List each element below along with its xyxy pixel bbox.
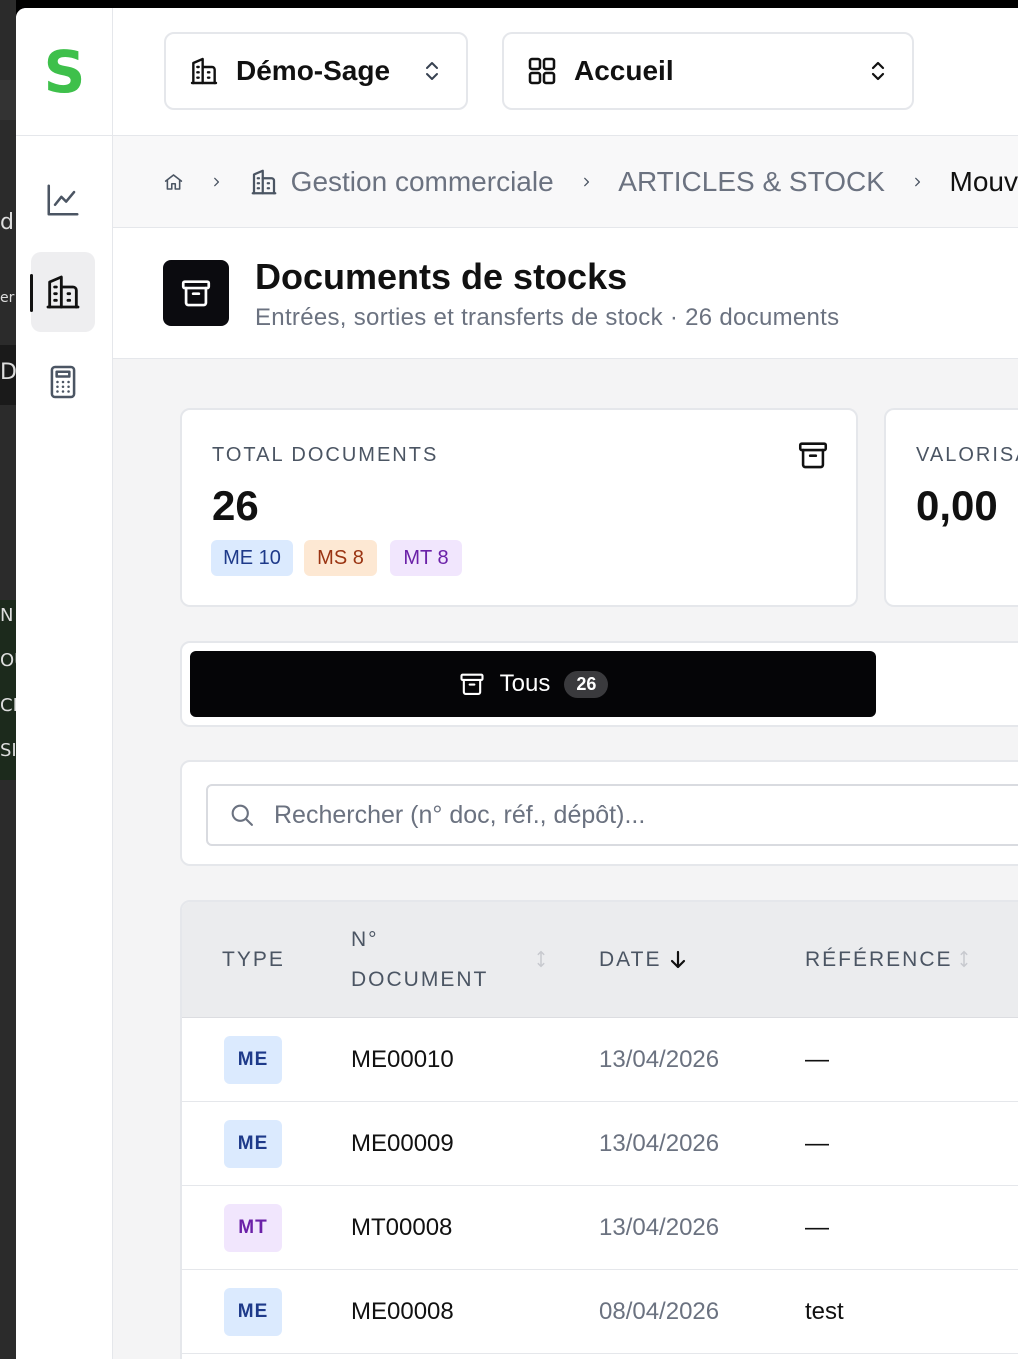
- rail-item-analytics[interactable]: [31, 160, 95, 240]
- top-bar: Démo-Sage Accueil: [113, 8, 1018, 136]
- filter-count-badge: 26: [564, 670, 609, 698]
- logo-letter: S: [43, 37, 86, 106]
- breadcrumb-item-current: Mouv: [949, 165, 1018, 197]
- grid-icon: [528, 57, 556, 85]
- cell-date: 13/04/2026: [599, 1046, 720, 1073]
- cell-reference: —: [805, 1214, 829, 1241]
- kpi-label: TOTAL DOCUMENTS: [212, 444, 439, 466]
- breadcrumb: Gestion commerciale ARTICLES & STOCK Mou…: [113, 136, 1018, 228]
- chevron-right-icon: [214, 177, 220, 186]
- app-logo[interactable]: S: [16, 8, 113, 136]
- type-badge: MT: [224, 1204, 282, 1252]
- cell-reference: test: [805, 1298, 844, 1325]
- search-input[interactable]: [274, 800, 1018, 830]
- archive-box-icon: [460, 673, 484, 695]
- icon-rail: S: [16, 8, 113, 1359]
- search-box: [206, 784, 1018, 846]
- column-header-numero-line2: DOCUMENT: [351, 968, 489, 991]
- company-select-label: Démo-Sage: [236, 55, 391, 86]
- company-select[interactable]: Démo-Sage: [164, 32, 468, 110]
- home-icon[interactable]: [163, 167, 184, 197]
- page-icon-badge: [163, 260, 229, 326]
- breadcrumb-item-articles[interactable]: ARTICLES & STOCK: [618, 166, 885, 198]
- chevron-up-down-icon: [426, 62, 438, 80]
- filter-bar: Tous 26: [180, 641, 1018, 727]
- calculator-icon: [50, 365, 76, 399]
- table-row[interactable]: ME ME00010 13/04/2026 —: [182, 1018, 1018, 1102]
- kpi-value: 0,00: [916, 482, 998, 529]
- building-icon: [251, 169, 277, 194]
- page-header: Documents de stocks Entrées, sorties et …: [113, 228, 1018, 359]
- pill-me: ME 10: [211, 540, 293, 576]
- type-badge: ME: [224, 1036, 282, 1084]
- type-badge: ME: [224, 1120, 282, 1168]
- app-window: S Démo-Sage Accueil Gestion commerciale …: [16, 8, 1018, 1359]
- chart-line-icon: [47, 184, 79, 216]
- pill-ms: MS 8: [304, 540, 377, 576]
- cell-date: 08/04/2026: [599, 1298, 720, 1325]
- pill-mt: MT 8: [390, 540, 462, 576]
- cell-date: 13/04/2026: [599, 1130, 720, 1157]
- cell-numero: MT00008: [351, 1214, 453, 1241]
- cell-numero: ME00008: [351, 1298, 454, 1325]
- cell-numero: ME00009: [351, 1130, 454, 1157]
- active-marker: [30, 274, 33, 312]
- chevron-right-icon: [914, 177, 920, 186]
- search-card: [180, 760, 1018, 866]
- filter-all-button[interactable]: Tous 26: [190, 651, 876, 717]
- module-select[interactable]: Accueil: [502, 32, 914, 110]
- column-header-reference[interactable]: RÉFÉRENCE: [805, 948, 953, 972]
- building-icon: [190, 57, 218, 85]
- module-select-label: Accueil: [574, 55, 674, 86]
- rail-item-commercial[interactable]: [30, 252, 95, 332]
- archive-box-icon: [181, 280, 211, 307]
- table-row[interactable]: MT MT00008 13/04/2026 —: [182, 1186, 1018, 1270]
- table-header: TYPE N° DOCUMENT DATE RÉFÉRENCE: [182, 902, 1018, 1018]
- chevron-right-icon: [583, 177, 589, 186]
- kpi-value: 26: [212, 482, 259, 529]
- building-icon: [46, 275, 80, 309]
- sort-icon[interactable]: [534, 948, 548, 970]
- cell-numero: ME00010: [351, 1046, 454, 1073]
- chevron-up-down-icon: [871, 61, 885, 81]
- archive-box-icon: [798, 442, 828, 469]
- kpi-card-total: TOTAL DOCUMENTS 26 ME 10 MS 8 MT 8: [180, 408, 858, 607]
- sort-desc-icon[interactable]: [668, 948, 688, 972]
- breadcrumb-label: Gestion commerciale: [290, 165, 554, 197]
- background-window: d er D N OU CL SI: [0, 0, 16, 1359]
- filter-label: Tous: [499, 670, 551, 697]
- documents-table: TYPE N° DOCUMENT DATE RÉFÉRENCE ME ME000…: [180, 900, 1018, 1359]
- cell-reference: —: [805, 1046, 829, 1073]
- sort-icon[interactable]: [957, 948, 971, 970]
- type-badge: ME: [224, 1288, 282, 1336]
- kpi-card-valorisation: VALORISA 0,00: [884, 408, 1018, 607]
- cell-reference: —: [805, 1130, 829, 1157]
- rail-item-accounting[interactable]: [31, 342, 95, 422]
- page-subtitle: Entrées, sorties et transferts de stock …: [255, 304, 840, 331]
- column-header-date[interactable]: DATE: [599, 948, 661, 972]
- column-header-type[interactable]: TYPE: [222, 948, 285, 972]
- table-row[interactable]: ME ME00008 08/04/2026 test: [182, 1270, 1018, 1354]
- cell-date: 13/04/2026: [599, 1214, 720, 1241]
- kpi-label: VALORISA: [916, 444, 1018, 466]
- breadcrumb-item-gestion[interactable]: Gestion commerciale: [249, 166, 554, 198]
- search-icon: [231, 804, 253, 826]
- column-header-numero[interactable]: N°: [351, 928, 379, 952]
- table-row[interactable]: ME ME00009 13/04/2026 —: [182, 1102, 1018, 1186]
- page-title: Documents de stocks: [255, 256, 628, 297]
